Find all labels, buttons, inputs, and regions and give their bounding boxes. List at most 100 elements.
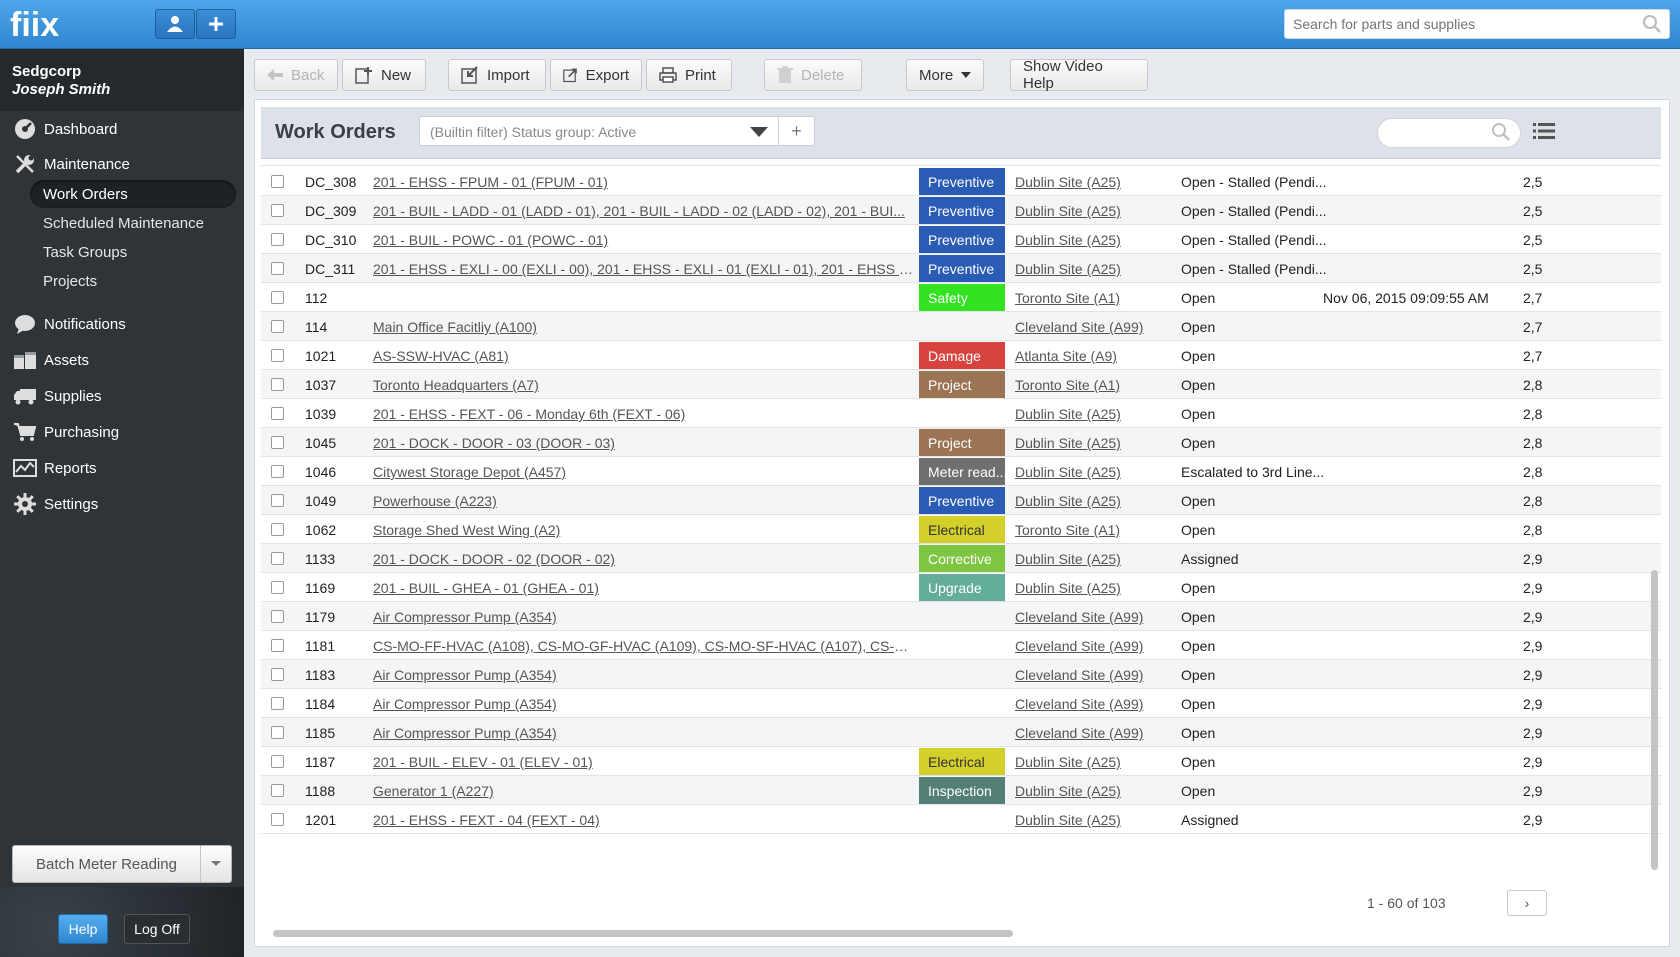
vertical-scrollbar[interactable]: [1651, 570, 1658, 870]
work-order-id[interactable]: 1169: [305, 580, 335, 596]
asset-link[interactable]: 201 - BUIL - ELEV - 01 (ELEV - 01): [373, 754, 915, 770]
table-row[interactable]: 1183 Air Compressor Pump (A354) Cleveland …: [261, 660, 1661, 689]
work-order-id[interactable]: 1046: [305, 464, 336, 480]
table-row[interactable]: DC_308 201 - EHSS - FPUM - 01 (FPUM - 01)…: [261, 167, 1661, 196]
site-link[interactable]: Dublin Site (A25): [1015, 754, 1121, 770]
site-link[interactable]: Cleveland Site (A99): [1015, 609, 1143, 625]
work-order-id[interactable]: DC_310: [305, 232, 356, 248]
nav-purchasing[interactable]: Purchasing: [0, 415, 244, 449]
table-row[interactable]: 1179 Air Compressor Pump (A354) Cleveland …: [261, 602, 1661, 631]
work-order-id[interactable]: 1201: [305, 812, 336, 828]
site-link[interactable]: Dublin Site (A25): [1015, 464, 1121, 480]
work-order-id[interactable]: 1049: [305, 493, 336, 509]
row-checkbox[interactable]: [271, 523, 284, 536]
site-link[interactable]: Cleveland Site (A99): [1015, 638, 1143, 654]
table-row[interactable]: 1188 Generator 1 (A227) Inspection Dublin S…: [261, 776, 1661, 805]
site-link[interactable]: Dublin Site (A25): [1015, 406, 1121, 422]
table-row[interactable]: 1133 201 - DOCK - DOOR - 02 (DOOR - 02) Co…: [261, 544, 1661, 573]
asset-link[interactable]: Air Compressor Pump (A354): [373, 725, 915, 741]
row-checkbox[interactable]: [271, 291, 284, 304]
site-link[interactable]: Dublin Site (A25): [1015, 203, 1121, 219]
work-order-id[interactable]: 1037: [305, 377, 336, 393]
add-button[interactable]: [196, 9, 236, 39]
site-link[interactable]: Cleveland Site (A99): [1015, 667, 1143, 683]
work-order-id[interactable]: 1133: [305, 551, 335, 567]
row-checkbox[interactable]: [271, 465, 284, 478]
site-link[interactable]: Dublin Site (A25): [1015, 435, 1121, 451]
search-icon[interactable]: [1491, 122, 1511, 142]
row-checkbox[interactable]: [271, 407, 284, 420]
row-checkbox[interactable]: [271, 204, 284, 217]
asset-link[interactable]: 201 - DOCK - DOOR - 02 (DOOR - 02): [373, 551, 915, 567]
asset-link[interactable]: 201 - EHSS - FPUM - 01 (FPUM - 01): [373, 174, 915, 190]
work-order-id[interactable]: 1188: [305, 783, 335, 799]
nav-dashboard[interactable]: Dashboard: [0, 112, 244, 146]
asset-link[interactable]: 201 - BUIL - POWC - 01 (POWC - 01): [373, 232, 915, 248]
sidebar-item-scheduled-maintenance[interactable]: Scheduled Maintenance: [30, 209, 236, 237]
row-checkbox[interactable]: [271, 233, 284, 246]
table-row[interactable]: 1062 Storage Shed West Wing (A2) Electrica…: [261, 515, 1661, 544]
row-checkbox[interactable]: [271, 726, 284, 739]
table-row[interactable]: 1201 201 - EHSS - FEXT - 04 (FEXT - 04) Du…: [261, 805, 1661, 834]
work-order-id[interactable]: 1021: [305, 348, 336, 364]
asset-link[interactable]: Storage Shed West Wing (A2): [373, 522, 915, 538]
work-order-id[interactable]: 1187: [305, 754, 335, 770]
site-link[interactable]: Cleveland Site (A99): [1015, 725, 1143, 741]
chevron-down-icon[interactable]: [201, 846, 231, 882]
column-list-icon[interactable]: [1533, 121, 1555, 141]
table-row[interactable]: 1181 CS-MO-FF-HVAC (A108), CS-MO-GF-HVAC …: [261, 631, 1661, 660]
table-row[interactable]: DC_311 201 - EHSS - EXLI - 00 (EXLI - 00)…: [261, 254, 1661, 283]
site-link[interactable]: Toronto Site (A1): [1015, 377, 1120, 393]
asset-link[interactable]: 201 - EHSS - EXLI - 00 (EXLI - 00), 201 …: [373, 261, 915, 277]
table-row[interactable]: 1049 Powerhouse (A223) Preventive Dublin Si…: [261, 486, 1661, 515]
status-filter-dropdown[interactable]: (Builtin filter) Status group: Active +: [419, 116, 815, 146]
back-button[interactable]: Back: [254, 59, 338, 91]
sidebar-item-task-groups[interactable]: Task Groups: [30, 238, 236, 266]
work-order-id[interactable]: 114: [305, 319, 327, 335]
asset-link[interactable]: Air Compressor Pump (A354): [373, 609, 915, 625]
table-row[interactable]: 1046 Citywest Storage Depot (A457) Meter r…: [261, 457, 1661, 486]
search-icon[interactable]: [1642, 14, 1662, 34]
site-link[interactable]: Dublin Site (A25): [1015, 261, 1121, 277]
asset-link[interactable]: 201 - DOCK - DOOR - 03 (DOOR - 03): [373, 435, 915, 451]
asset-link[interactable]: 201 - EHSS - FEXT - 04 (FEXT - 04): [373, 812, 915, 828]
work-order-id[interactable]: 112: [305, 290, 327, 306]
work-order-id[interactable]: DC_309: [305, 203, 356, 219]
row-checkbox[interactable]: [271, 639, 284, 652]
row-checkbox[interactable]: [271, 552, 284, 565]
table-row[interactable]: 1169 201 - BUIL - GHEA - 01 (GHEA - 01) Up…: [261, 573, 1661, 602]
show-video-help-button[interactable]: Show Video Help: [1010, 58, 1148, 92]
row-checkbox[interactable]: [271, 697, 284, 710]
work-order-id[interactable]: 1039: [305, 406, 336, 422]
site-link[interactable]: Dublin Site (A25): [1015, 174, 1121, 190]
site-link[interactable]: Dublin Site (A25): [1015, 812, 1121, 828]
nav-reports[interactable]: Reports: [0, 451, 244, 485]
work-order-id[interactable]: 1181: [305, 638, 335, 654]
asset-link[interactable]: Generator 1 (A227): [373, 783, 915, 799]
nav-assets[interactable]: Assets: [0, 343, 244, 377]
table-row[interactable]: DC_309 201 - BUIL - LADD - 01 (LADD - 01)…: [261, 196, 1661, 225]
new-button[interactable]: New: [342, 59, 426, 91]
asset-link[interactable]: Toronto Headquarters (A7): [373, 377, 915, 393]
site-link[interactable]: Atlanta Site (A9): [1015, 348, 1117, 364]
work-order-id[interactable]: DC_308: [305, 174, 356, 190]
table-row[interactable]: 1187 201 - BUIL - ELEV - 01 (ELEV - 01) El…: [261, 747, 1661, 776]
asset-link[interactable]: AS-SSW-HVAC (A81): [373, 348, 915, 364]
site-link[interactable]: Toronto Site (A1): [1015, 290, 1120, 306]
row-checkbox[interactable]: [271, 436, 284, 449]
nav-settings[interactable]: Settings: [0, 487, 244, 521]
asset-link[interactable]: 201 - BUIL - GHEA - 01 (GHEA - 01): [373, 580, 915, 596]
site-link[interactable]: Dublin Site (A25): [1015, 232, 1121, 248]
table-row[interactable]: 1021 AS-SSW-HVAC (A81) Damage Atlanta Site …: [261, 341, 1661, 370]
work-order-id[interactable]: 1045: [305, 435, 336, 451]
work-order-id[interactable]: DC_311: [305, 261, 355, 277]
print-button[interactable]: Print: [646, 59, 732, 91]
work-order-id[interactable]: 1179: [305, 609, 335, 625]
next-page-button[interactable]: ›: [1507, 890, 1547, 916]
add-filter-button[interactable]: +: [778, 117, 814, 145]
asset-link[interactable]: Air Compressor Pump (A354): [373, 667, 915, 683]
row-checkbox[interactable]: [271, 262, 284, 275]
table-row[interactable]: 112 Safety Toronto Site (A1) Open Nov 06, 20…: [261, 283, 1661, 312]
horizontal-scrollbar[interactable]: [273, 930, 1013, 937]
asset-link[interactable]: Air Compressor Pump (A354): [373, 696, 915, 712]
